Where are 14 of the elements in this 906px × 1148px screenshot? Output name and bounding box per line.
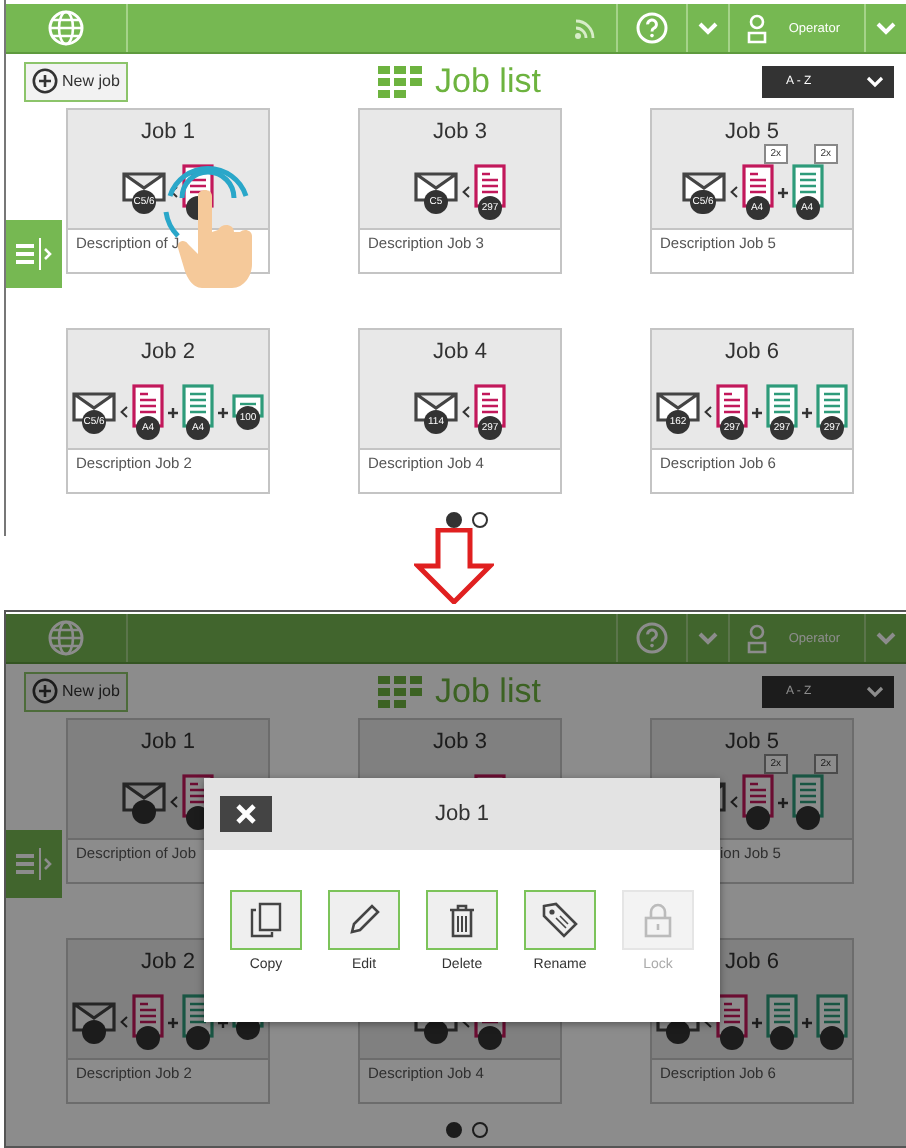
job-title: Job 6 [725, 950, 779, 974]
job-title: Job 2 [141, 950, 195, 974]
page-title: Job list [435, 671, 541, 711]
job-title: Job 6 [725, 340, 779, 364]
job-title: Job 3 [433, 730, 487, 754]
job-title: Job 5 [725, 120, 779, 144]
job-title: Job 2 [141, 340, 195, 364]
dialog-title: Job 1 [435, 802, 489, 826]
job-title: Job 3 [433, 120, 487, 144]
job-title: Job 1 [141, 730, 195, 754]
page-title: Job list [435, 61, 541, 101]
job-title: Job 4 [433, 340, 487, 364]
job-title: Job 5 [725, 730, 779, 754]
job-title: Job 1 [141, 120, 195, 144]
